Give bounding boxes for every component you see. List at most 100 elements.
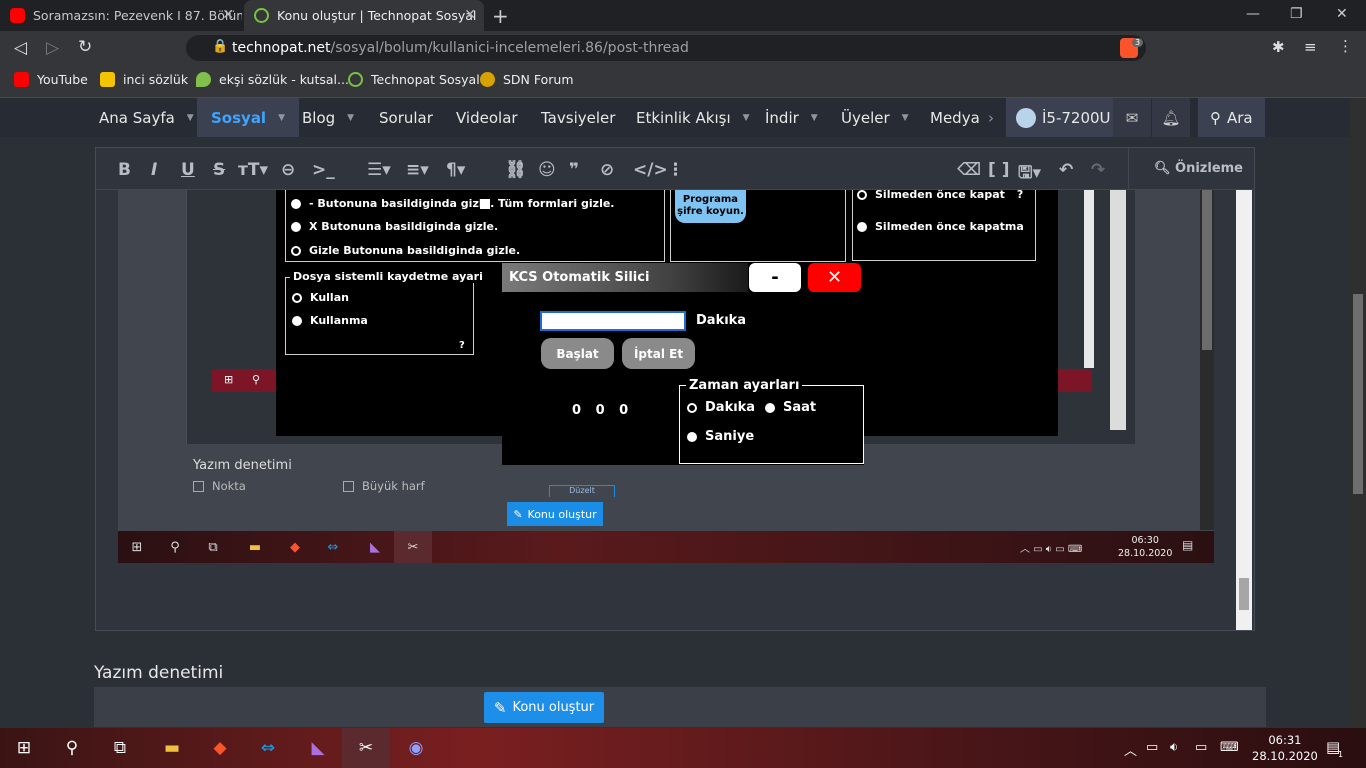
brave-icon[interactable]: ◆	[196, 728, 244, 768]
forward-icon[interactable]: ▷	[46, 38, 59, 58]
radio-dot[interactable]	[292, 292, 302, 303]
tray-chevron-icon[interactable]: ︿	[1124, 740, 1137, 759]
tab-youtube[interactable]: Soramazsın: Pezevenk I 87. Bölüm ✕	[0, 0, 242, 31]
app-icon[interactable]: ✂	[342, 728, 390, 768]
link-icon[interactable]: ⊖	[281, 160, 295, 180]
nav-ana-sayfa[interactable]: Ana Sayfa ▼	[99, 98, 194, 137]
undo-icon[interactable]: ↶	[1059, 160, 1073, 180]
more-icon[interactable]: ⋮	[667, 160, 684, 180]
editor-scrollbar[interactable]	[1236, 190, 1252, 630]
radio-dot[interactable]	[857, 221, 867, 232]
start-button[interactable]: ⊞	[0, 728, 48, 768]
option-saniye[interactable]: Saniye	[687, 429, 754, 444]
back-icon[interactable]: ◁	[14, 38, 27, 58]
checkbox[interactable]	[343, 480, 354, 492]
close-tab-icon[interactable]: ✕	[222, 7, 234, 23]
scroll-thumb[interactable]	[1353, 294, 1363, 494]
keyboard-icon[interactable]: ⌨	[1220, 740, 1239, 755]
duzelt-button[interactable]: Düzelt	[549, 485, 615, 497]
cancel-button[interactable]: İptal Et	[622, 338, 695, 369]
option-saat[interactable]: Saat	[765, 400, 816, 415]
discord-icon[interactable]: ◉	[392, 728, 440, 768]
option-dakika[interactable]: Dakıka	[687, 400, 755, 415]
nav-next-icon[interactable]: ›	[988, 98, 994, 137]
checkbox[interactable]	[193, 480, 204, 492]
brackets-icon[interactable]: [ ]	[988, 160, 1009, 180]
close-window-icon[interactable]: ✕	[1336, 6, 1348, 22]
volume-icon[interactable]: 🔉︎	[1170, 740, 1178, 755]
url-icon[interactable]: ⛓	[505, 160, 527, 180]
visual-studio-icon[interactable]: ◣	[294, 728, 342, 768]
explorer-icon[interactable]: ▬	[148, 728, 196, 768]
nav-user[interactable]: İ5-7200U	[1006, 98, 1121, 137]
menu-icon[interactable]: ⋮	[1338, 37, 1353, 55]
minimize-button[interactable]: -	[749, 263, 801, 292]
nav-medya[interactable]: Medya	[930, 98, 980, 137]
search-icon[interactable]: ⚲	[48, 728, 96, 768]
chevron-down-icon[interactable]: ▼	[278, 113, 285, 123]
redo-icon[interactable]: ↷	[1091, 160, 1105, 180]
option-x-hide[interactable]: X Butonuna basildiginda gizle.	[291, 220, 498, 233]
underline-button[interactable]: U	[181, 160, 195, 180]
list-icon[interactable]: ☰▾	[367, 160, 391, 180]
nav-blog[interactable]: Blog ▼	[302, 98, 354, 137]
radio-dot[interactable]	[765, 402, 775, 413]
extensions-icon[interactable]: ✱	[1272, 38, 1285, 56]
option-kullan[interactable]: Kullan	[292, 291, 349, 304]
paragraph-icon[interactable]: ¶▾	[446, 160, 465, 180]
minutes-input[interactable]	[540, 311, 686, 331]
new-tab-button[interactable]: +	[492, 4, 509, 28]
radio-dot[interactable]	[291, 198, 301, 209]
radio-dot[interactable]	[291, 245, 301, 256]
address-bar[interactable]: 🔒 technopat.net/sosyal/bolum/kullanici-i…	[186, 35, 1146, 61]
bookmark-sdn[interactable]: SDN Forum	[480, 72, 574, 87]
nav-sosyal[interactable]: Sosyal ▼	[197, 98, 299, 137]
chevron-down-icon[interactable]: ▼	[743, 113, 750, 123]
scroll-thumb[interactable]	[1239, 578, 1249, 610]
option-kullanma[interactable]: Kullanma	[292, 314, 368, 327]
chevron-down-icon[interactable]: ▼	[811, 113, 818, 123]
minimize-icon[interactable]: —	[1246, 6, 1260, 22]
check-buyuk-harf[interactable]: Büyük harf	[343, 479, 425, 493]
nav-etkinlik[interactable]: Etkinlik Akışı ▼	[636, 98, 750, 137]
radio-dot[interactable]	[687, 402, 697, 413]
submit-button[interactable]: ✎ Konu oluştur	[484, 692, 604, 723]
smiley-icon[interactable]: ☺	[538, 160, 556, 180]
network-icon[interactable]: ▭	[1146, 740, 1158, 755]
tab-technopat[interactable]: Konu oluştur | Technopat Sosyal ✕	[244, 0, 484, 31]
close-tab-icon[interactable]: ✕	[464, 7, 476, 23]
nav-videolar[interactable]: Videolar	[456, 98, 518, 137]
spoiler-icon[interactable]: ⊘	[600, 160, 614, 180]
inbox-icon[interactable]: ✉	[1113, 98, 1151, 137]
bookmark-technopat[interactable]: Technopat Sosyal	[348, 72, 480, 87]
chevron-down-icon[interactable]: ▼	[902, 113, 909, 123]
chevron-down-icon[interactable]: ▼	[187, 113, 194, 123]
inner-submit-button[interactable]: ✎ Konu oluştur	[507, 502, 603, 526]
bell-icon[interactable]: 🔔︎	[1152, 98, 1190, 137]
check-nokta[interactable]: Nokta	[193, 479, 246, 493]
help-mark[interactable]: ?	[459, 340, 465, 351]
password-button[interactable]: Programa şifre koyun.	[675, 190, 746, 223]
option-close-before[interactable]: Silmeden önce kapat ?	[857, 188, 1023, 201]
italic-button[interactable]: I	[151, 160, 157, 180]
font-size-button[interactable]: тT▾	[238, 160, 268, 180]
playlist-icon[interactable]: ≡	[1304, 38, 1317, 56]
option-no-close[interactable]: Silmeden önce kapatma	[857, 220, 1024, 233]
align-icon[interactable]: ≡▾	[406, 160, 429, 180]
radio-dot[interactable]	[292, 315, 302, 326]
battery-icon[interactable]: ▭	[1195, 740, 1207, 755]
bookmark-youtube[interactable]: YouTube	[14, 72, 88, 87]
preview-button[interactable]: 🔍︎ Önizleme	[1154, 161, 1243, 176]
nav-uyeler[interactable]: Üyeler ▼	[841, 98, 909, 137]
radio-dot[interactable]	[291, 221, 301, 232]
strike-button[interactable]: S	[213, 160, 225, 180]
source-icon[interactable]: </>	[633, 160, 668, 180]
option-gizle-hide[interactable]: Gizle Butonuna basildiginda gizle.	[291, 244, 520, 257]
nav-search[interactable]: ⚲ Ara	[1198, 98, 1265, 137]
restore-icon[interactable]: ❐	[1290, 6, 1303, 22]
quote-icon[interactable]: ❞	[569, 160, 579, 180]
checkbox[interactable]	[480, 198, 490, 209]
bold-button[interactable]: B	[118, 160, 131, 180]
help-mark[interactable]: ?	[1017, 188, 1023, 201]
nav-indir[interactable]: İndir ▼	[765, 98, 818, 137]
